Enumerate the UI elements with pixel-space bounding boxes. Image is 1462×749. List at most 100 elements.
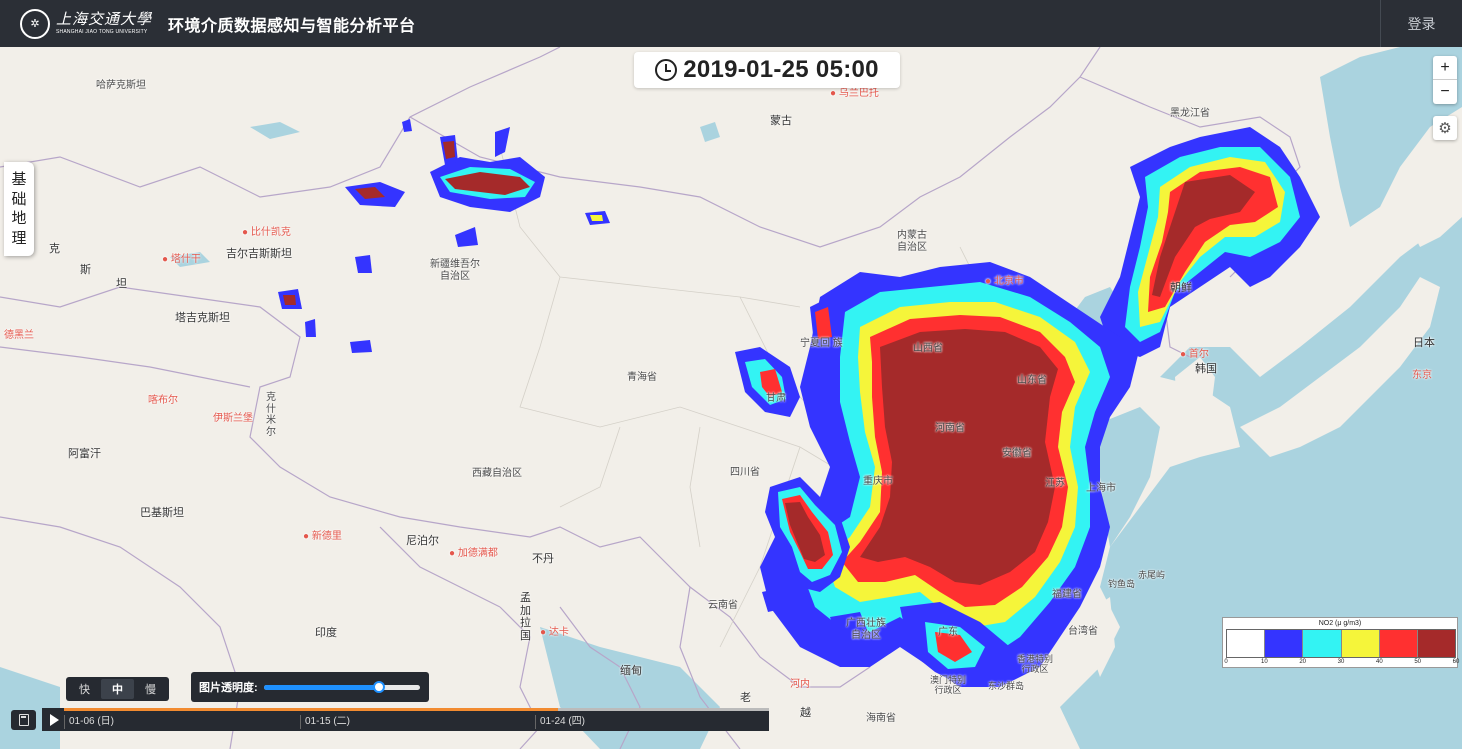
legend-tick-label: 50 bbox=[1414, 659, 1421, 665]
place-south-korea: 韩国 bbox=[1195, 363, 1217, 375]
place-pakistan: 巴基斯坦 bbox=[140, 507, 184, 519]
university-logo: ✲ 上海交通大學 SHANGHAI JIAO TONG UNIVERSITY bbox=[20, 8, 153, 39]
place-gansu: 甘肃 bbox=[766, 393, 786, 404]
legend-tick-label: 40 bbox=[1375, 659, 1383, 665]
legend-tick-label: 30 bbox=[1337, 659, 1345, 665]
settings-gear-icon[interactable]: ⚙ bbox=[1433, 116, 1457, 140]
place-ke: 克 bbox=[49, 243, 60, 255]
logo-english-name: SHANGHAI JIAO TONG UNIVERSITY bbox=[56, 29, 148, 35]
place-beijing: ● 北京市 bbox=[985, 276, 1024, 287]
app-title: 环境介质数据感知与智能分析平台 bbox=[168, 17, 416, 35]
zoom-out-button[interactable]: − bbox=[1433, 80, 1457, 104]
timeline-tick: 01-06 (日) bbox=[64, 715, 114, 729]
image-opacity-control: 图片透明度: bbox=[191, 672, 429, 702]
place-shanghai: 上海市 bbox=[1086, 483, 1116, 494]
place-tibet: 西藏自治区 bbox=[472, 468, 522, 479]
speed-slow-button[interactable]: 慢 bbox=[134, 679, 167, 699]
zoom-control: + − bbox=[1433, 56, 1457, 104]
login-button[interactable]: 登录 bbox=[1380, 0, 1462, 47]
legend-swatch bbox=[1340, 630, 1379, 657]
place-henan: 河南省 bbox=[935, 423, 965, 434]
university-seal-icon: ✲ bbox=[20, 8, 50, 39]
zoom-in-button[interactable]: + bbox=[1433, 56, 1457, 80]
place-myanmar: 缅甸 bbox=[620, 665, 642, 677]
playback-speed-selector: 快 中 慢 bbox=[66, 677, 169, 701]
place-tashkent: ● 塔什干 bbox=[162, 254, 201, 265]
place-xinjiang: 新疆维吾尔 自治区 bbox=[430, 259, 480, 282]
opacity-slider[interactable] bbox=[263, 680, 420, 693]
place-diaoyu: 钓鱼岛 bbox=[1108, 579, 1136, 589]
speed-fast-button[interactable]: 快 bbox=[68, 679, 101, 699]
place-kathmandu: ● 加德满都 bbox=[449, 548, 498, 559]
place-bhutan: 不丹 bbox=[532, 553, 554, 565]
place-dongsha: 东沙群岛 bbox=[988, 681, 1025, 691]
place-seoul: ● 首尔 bbox=[1180, 349, 1209, 360]
app-root: ✲ 上海交通大學 SHANGHAI JIAO TONG UNIVERSITY 环… bbox=[0, 0, 1462, 749]
place-ulaanbaatar: ● 乌兰巴托 bbox=[830, 88, 879, 99]
place-vietnam: 越 bbox=[800, 707, 811, 719]
legend-swatch bbox=[1227, 630, 1265, 657]
legend-color-bar bbox=[1226, 629, 1456, 658]
clock-icon bbox=[655, 59, 678, 81]
current-time-text: 2019-01-25 05:00 bbox=[683, 56, 879, 83]
opacity-label: 图片透明度: bbox=[199, 682, 258, 694]
calculator-button[interactable] bbox=[11, 710, 36, 730]
legend-swatch bbox=[1302, 630, 1341, 657]
place-kabul: 喀布尔 bbox=[148, 395, 178, 406]
place-kyrgyzstan: 吉尔吉斯斯坦 bbox=[226, 248, 292, 260]
place-anhui: 安徽省 bbox=[1002, 448, 1032, 459]
place-ningxia: 宁夏回 族 bbox=[800, 338, 843, 349]
basemap-layer-toggle[interactable]: 基 础 地 理 bbox=[4, 162, 34, 256]
play-icon bbox=[50, 713, 59, 726]
place-qinghai: 青海省 bbox=[627, 372, 657, 383]
place-taiwan: 台湾省 bbox=[1068, 626, 1098, 637]
speed-medium-button[interactable]: 中 bbox=[101, 679, 134, 699]
place-heilongjiang: 黑龙江省 bbox=[1170, 108, 1210, 119]
place-kazakhstan: 哈萨克斯坦 bbox=[96, 80, 146, 91]
place-shanxi: 山西省 bbox=[913, 343, 943, 354]
place-tajikistan: 塔吉克斯坦 bbox=[175, 312, 230, 324]
top-header: ✲ 上海交通大學 SHANGHAI JIAO TONG UNIVERSITY 环… bbox=[0, 0, 1462, 47]
play-button[interactable] bbox=[42, 708, 64, 731]
place-bangladesh: 孟加拉国 bbox=[520, 592, 531, 642]
place-tehran: 德黑兰 bbox=[4, 330, 34, 341]
timeline-track[interactable]: 01-06 (日) 01-15 (二) 01-24 (四) bbox=[64, 708, 769, 731]
place-nepal: 尼泊尔 bbox=[406, 535, 439, 547]
place-islamabad: 伊斯兰堡 bbox=[213, 413, 253, 424]
place-macau: 澳门特别 行政区 bbox=[930, 675, 967, 696]
legend-title: NO2 (μ g/m3) bbox=[1318, 620, 1362, 627]
place-shandong: 山东省 bbox=[1017, 375, 1047, 386]
place-inner-mongolia: 内蒙古 自治区 bbox=[897, 230, 927, 253]
place-india: 印度 bbox=[315, 627, 337, 639]
place-hanoi: 河内 bbox=[790, 679, 810, 690]
place-kashmir: 克什米尔 bbox=[266, 392, 276, 438]
legend-swatch bbox=[1264, 630, 1303, 657]
place-north-korea: 朝鲜 bbox=[1170, 282, 1192, 294]
legend-ticks: 0 10 20 30 40 50 60 bbox=[1224, 659, 1460, 667]
place-tan: 坦 bbox=[116, 278, 127, 290]
place-chiwei: 赤尾屿 bbox=[1138, 570, 1166, 580]
timeline-tick: 01-15 (二) bbox=[300, 715, 350, 729]
place-sichuan: 四川省 bbox=[730, 467, 760, 478]
place-hainan: 海南省 bbox=[866, 713, 896, 724]
place-guangxi: 广西壮族 自治区 bbox=[846, 618, 886, 641]
place-mongolia: 蒙古 bbox=[770, 115, 792, 127]
logo-chinese-name: 上海交通大學 bbox=[56, 10, 153, 28]
legend-tick-label: 0 bbox=[1224, 659, 1228, 665]
opacity-slider-thumb[interactable] bbox=[373, 680, 386, 693]
timeline-bar: 01-06 (日) 01-15 (二) 01-24 (四) bbox=[42, 708, 769, 731]
place-bishkek: ● 比什凯克 bbox=[242, 227, 291, 238]
legend-tick-label: 10 bbox=[1260, 659, 1268, 665]
timeline-progress bbox=[64, 708, 558, 711]
place-yunnan: 云南省 bbox=[708, 600, 738, 611]
timeline-tick: 01-24 (四) bbox=[535, 715, 585, 729]
place-guangdong: 广东 bbox=[938, 627, 958, 638]
place-chongqing: 重庆市 bbox=[863, 476, 893, 487]
legend-tick-label: 60 bbox=[1452, 659, 1460, 665]
legend-tick-label: 20 bbox=[1299, 659, 1306, 665]
place-dhaka: ● 达卡 bbox=[540, 627, 569, 638]
place-si: 斯 bbox=[80, 264, 91, 276]
opacity-slider-fill bbox=[263, 684, 380, 690]
place-laos: 老 bbox=[740, 692, 751, 704]
place-tokyo: 东京 bbox=[1412, 370, 1432, 381]
